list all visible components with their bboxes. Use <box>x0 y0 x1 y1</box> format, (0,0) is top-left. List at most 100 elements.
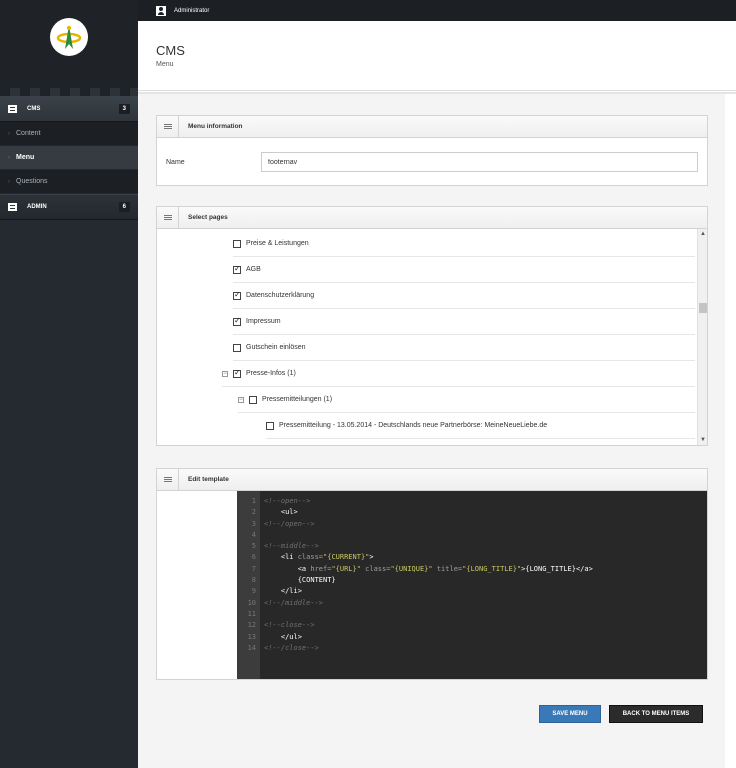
checkbox[interactable] <box>233 343 241 352</box>
name-input[interactable] <box>261 152 698 172</box>
sidebar-group-admin[interactable]: ADMIN 6 <box>0 194 138 220</box>
line-number: 10 <box>247 598 256 607</box>
logo-area <box>0 0 138 88</box>
line-number: 4 <box>251 530 256 539</box>
user-name[interactable]: Administrator <box>174 8 209 14</box>
page-title: CMS <box>156 43 185 58</box>
checkbox[interactable] <box>233 368 241 378</box>
list-item[interactable]: − Pressemitteilungen (1) <box>238 387 695 413</box>
list-item[interactable]: Gutschein einlösen <box>233 335 695 361</box>
select-pages-panel: Select pages Preise & Leistungen AGB Dat… <box>156 206 708 446</box>
page-header: CMS Menu <box>138 21 736 91</box>
hamburger-icon[interactable] <box>157 469 179 490</box>
line-number: 12 <box>247 621 256 630</box>
sidebar-group-count: 6 <box>118 202 130 212</box>
line-number: 5 <box>251 542 256 551</box>
page-subtitle: Menu <box>156 61 174 68</box>
list-item[interactable]: − Presse-Infos (1) <box>222 361 695 387</box>
checkbox[interactable] <box>233 239 241 248</box>
template-body: 1 2 3 4 5 6 7 8 9 10 11 12 13 14 <!--open--> <ul> <!-… <box>157 491 707 679</box>
sidebar-subnav: › Content › Menu › Questions <box>0 122 138 194</box>
page-label: Preise & Leistungen <box>246 240 309 247</box>
page-label: Impressum <box>246 318 281 325</box>
name-label: Name <box>166 158 185 166</box>
line-number: 3 <box>251 519 256 528</box>
line-number: 2 <box>251 508 256 517</box>
panel-title: Select pages <box>188 214 228 221</box>
page-label: Pressemitteilung - 13.05.2014 - Deutschl… <box>279 422 548 429</box>
top-bar: Administrator <box>138 0 736 21</box>
panel-title: Menu information <box>188 123 243 130</box>
panel-title: Edit template <box>188 476 229 483</box>
building-icon <box>8 105 17 113</box>
code-line: <!--/open--> <box>264 519 315 528</box>
checkbox[interactable] <box>233 316 241 326</box>
scrollbar-thumb[interactable] <box>699 303 707 313</box>
line-number: 7 <box>251 564 256 573</box>
line-number: 14 <box>247 643 256 652</box>
code-line: </ul> <box>264 632 302 641</box>
line-numbers: 1 2 3 4 5 6 7 8 9 10 11 12 13 14 <box>237 491 260 679</box>
pages-tree[interactable]: Preise & Leistungen AGB Datenschutzerklä… <box>157 229 707 445</box>
code-line: <!--close--> <box>264 621 315 630</box>
line-number: 11 <box>247 609 256 618</box>
code-area[interactable]: <!--open--> <ul> <!--/open--> <!--middle… <box>260 491 707 679</box>
sidebar-group-label: ADMIN <box>27 204 47 210</box>
hamburger-icon[interactable] <box>157 116 179 137</box>
line-number: 8 <box>251 576 256 585</box>
chevron-down-icon[interactable]: ▼ <box>698 435 707 445</box>
building-icon <box>8 203 17 211</box>
code-line: <!--/middle--> <box>264 598 324 607</box>
sidebar-item-menu[interactable]: › Menu <box>0 146 138 170</box>
bullet-icon: › <box>8 178 10 185</box>
code-line: <li class="{CURRENT}"> <box>264 553 374 562</box>
page-label: AGB <box>246 266 261 273</box>
list-item[interactable]: Impressum <box>233 309 695 335</box>
panel-header: Edit template <box>157 469 707 491</box>
checkbox[interactable] <box>266 421 274 430</box>
back-to-menu-items-button[interactable]: BACK TO MENU ITEMS <box>609 705 703 723</box>
list-item[interactable]: Datenschutzerklärung <box>233 283 695 309</box>
bullet-icon: › <box>8 154 10 161</box>
code-line: <!--middle--> <box>264 542 319 551</box>
sidebar: CMS 3 › Content › Menu › Questions ADMIN… <box>0 0 138 768</box>
sidebar-item-questions[interactable]: › Questions <box>0 170 138 194</box>
sidebar-item-label: Content <box>16 130 41 137</box>
pages-scrollbar[interactable]: ▲ ▼ <box>697 229 707 445</box>
line-number: 9 <box>251 587 256 596</box>
sidebar-separator <box>0 88 138 96</box>
page-label: Presse-Infos (1) <box>246 370 296 377</box>
sidebar-group-cms[interactable]: CMS 3 <box>0 96 138 122</box>
template-label-column <box>157 491 237 679</box>
checkbox[interactable] <box>233 264 241 274</box>
page-label: Datenschutzerklärung <box>246 292 315 299</box>
code-editor[interactable]: 1 2 3 4 5 6 7 8 9 10 11 12 13 14 <!--open--> <ul> <!-… <box>237 491 707 679</box>
logo[interactable] <box>50 18 88 56</box>
menu-information-panel: Menu information Name <box>156 115 708 186</box>
sidebar-group-count: 3 <box>118 104 130 114</box>
sidebar-item-content[interactable]: › Content <box>0 122 138 146</box>
collapse-icon[interactable]: − <box>238 396 244 403</box>
line-number: 6 <box>251 553 256 562</box>
logo-icon <box>56 25 82 49</box>
list-item[interactable]: Pressemitteilung - 13.05.2014 - Deutschl… <box>266 413 695 439</box>
name-field-row: Name <box>157 138 707 186</box>
page-label: Gutschein einlösen <box>246 344 306 351</box>
edit-template-panel: Edit template 1 2 3 4 5 6 7 8 9 10 11 12 13 14 <!--op… <box>156 468 708 680</box>
checkbox[interactable] <box>249 395 257 404</box>
save-menu-button[interactable]: SAVE MENU <box>539 705 601 723</box>
list-item[interactable]: AGB <box>233 257 695 283</box>
panel-header: Menu information <box>157 116 707 138</box>
bullet-icon: › <box>8 130 10 137</box>
list-item[interactable]: Preise & Leistungen <box>233 231 695 257</box>
sidebar-group-label: CMS <box>27 106 41 112</box>
collapse-icon[interactable]: − <box>222 370 228 377</box>
code-line: <!--/close--> <box>264 643 319 652</box>
line-number: 1 <box>251 497 256 505</box>
chevron-up-icon[interactable]: ▲ <box>698 229 707 239</box>
checkbox[interactable] <box>233 290 241 300</box>
hamburger-icon[interactable] <box>157 207 179 228</box>
code-line: <a href="{URL}" class="{UNIQUE}" title="… <box>264 564 593 573</box>
